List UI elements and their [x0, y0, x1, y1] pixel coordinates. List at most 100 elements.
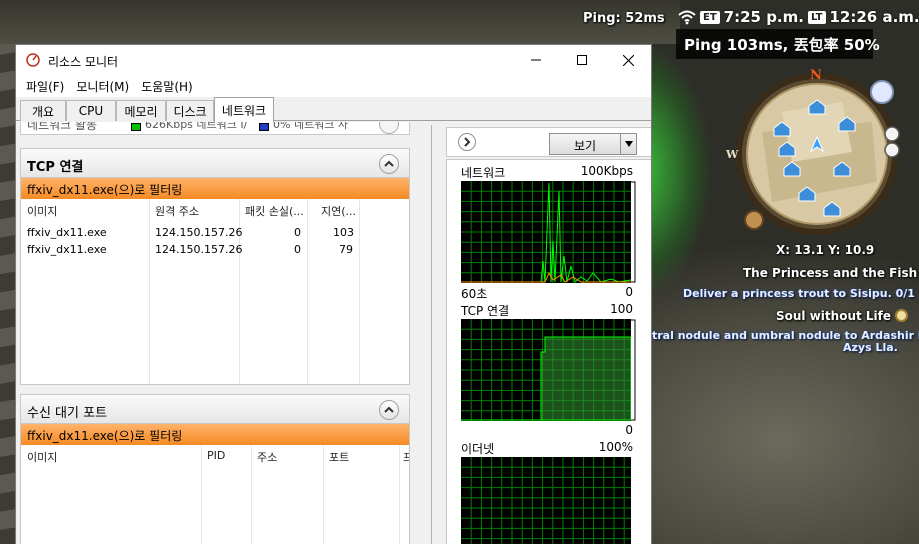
tab-disk[interactable]: 디스크: [166, 100, 214, 121]
quest-step-text: Deliver a princess trout to Sisipu. 0/1: [683, 287, 915, 300]
view-dropdown[interactable]: 보기: [549, 133, 637, 155]
tab-bar: 개요 CPU 메모리 디스크 네트워크: [16, 97, 651, 122]
cell-image: ffxiv_dx11.exe: [27, 243, 107, 256]
maximize-button[interactable]: [559, 45, 605, 75]
column-packet-loss[interactable]: 패킷 손실(...: [245, 203, 304, 219]
tab-network[interactable]: 네트워크: [214, 97, 274, 122]
column-separator: [307, 199, 308, 384]
column-separator: [201, 445, 202, 544]
column-image[interactable]: 이미지: [27, 203, 57, 219]
network-activity-header[interactable]: 네트워크 활동 626Kbps 네트워크 I/ 0% 네트워크 사: [20, 122, 410, 135]
column-separator: [399, 445, 400, 544]
graph-panel: 보기 네트워크 100Kbps 60초 0 TCP 연결 100 0 이더넷 1…: [431, 125, 651, 544]
cell-remote-address: 124.150.157.26: [155, 243, 243, 256]
minimize-button[interactable]: [513, 45, 559, 75]
ping-indicator: Ping: 52ms: [583, 11, 665, 26]
ethernet-graph-max: 100%: [598, 440, 633, 454]
graph-area: 네트워크 100Kbps 60초 0 TCP 연결 100 0 이더넷 100%: [446, 159, 651, 544]
column-separator: [323, 445, 324, 544]
network-graph-max: 100Kbps: [580, 164, 633, 178]
et-badge: ET: [700, 10, 720, 24]
listening-ports-filter-bar[interactable]: ffxiv_dx11.exe(으)로 필터링: [20, 424, 410, 445]
tcp-graph-min: 0: [625, 423, 633, 437]
tab-cpu[interactable]: CPU: [66, 100, 116, 121]
player-coordinates: X: 13.1 Y: 10.9: [776, 243, 875, 257]
network-graph-min: 0: [625, 285, 633, 299]
cell-packet-loss: 0: [294, 243, 301, 256]
quest-step-soul-line2: Azys Lla.: [843, 341, 898, 354]
minimize-icon: [531, 59, 541, 61]
tcp-graph-title: TCP 연결: [461, 304, 510, 318]
listening-ports-filter-text: ffxiv_dx11.exe(으)로 필터링: [27, 429, 183, 443]
column-image[interactable]: 이미지: [27, 449, 57, 465]
tcp-filter-bar[interactable]: ffxiv_dx11.exe(으)로 필터링: [20, 178, 410, 199]
tcp-section-title: TCP 연결: [27, 160, 84, 175]
cell-remote-address: 124.150.157.26: [155, 226, 243, 239]
wifi-icon: [678, 10, 696, 25]
cell-image: ffxiv_dx11.exe: [27, 226, 107, 239]
collapse-panel-button[interactable]: [458, 133, 476, 151]
network-io-summary: 626Kbps 네트워크 I/: [145, 122, 248, 131]
title-bar[interactable]: 리소스 모니터: [16, 45, 651, 75]
legend-blue-swatch: [259, 123, 269, 131]
quest-step-princess[interactable]: Deliver a princess trout to Sisipu. 0/1: [683, 287, 919, 300]
maximize-icon: [577, 55, 587, 65]
column-remote-address[interactable]: 원격 주소: [155, 203, 199, 219]
tab-memory[interactable]: 메모리: [116, 100, 166, 121]
graph-toolbar: 보기: [446, 127, 651, 157]
game-background-top: [0, 0, 680, 44]
tcp-collapse-button[interactable]: [379, 154, 399, 174]
quest-title-text: Soul without Life: [776, 309, 892, 323]
view-dropdown-label: 보기: [573, 139, 597, 153]
network-usage-summary: 0% 네트워크 사: [273, 122, 349, 131]
menu-bar: 파일(F) 모니터(M) 도움말(H): [16, 75, 651, 97]
quest-marker-icon: [895, 309, 909, 322]
sort-up-icon: ^: [357, 445, 365, 451]
expand-chevron-icon[interactable]: [379, 122, 399, 134]
menu-monitor[interactable]: 모니터(M): [70, 75, 135, 97]
graph-axis-tick: [631, 319, 636, 421]
quest-title-text: The Princess and the Fish: [743, 266, 918, 280]
cell-latency: 103: [333, 226, 354, 239]
menu-file[interactable]: 파일(F): [20, 75, 70, 97]
quest-title-princess[interactable]: The Princess and the Fish: [743, 266, 919, 280]
cell-latency: 79: [339, 243, 353, 256]
chevron-up-icon: [384, 160, 394, 167]
tcp-graph-max: 100: [610, 302, 633, 316]
eorzea-time: 7:25 p.m.: [723, 8, 804, 26]
panel-splitter[interactable]: [432, 125, 444, 544]
column-protocol[interactable]: 프: [403, 449, 409, 465]
listening-ports-section-header[interactable]: 수신 대기 포트: [20, 394, 410, 424]
tab-overview[interactable]: 개요: [20, 100, 66, 121]
column-separator: [251, 445, 252, 544]
ethernet-graph: [461, 457, 631, 544]
close-icon: [622, 54, 634, 66]
column-port[interactable]: 포트: [329, 449, 349, 465]
listening-ports-title: 수신 대기 포트: [27, 406, 108, 421]
quest-title-soul[interactable]: Soul without Life: [776, 309, 909, 323]
close-button[interactable]: [605, 45, 651, 75]
dropdown-arrow-icon: [620, 134, 637, 154]
minimap[interactable]: N W: [722, 62, 912, 247]
column-separator: [149, 199, 150, 384]
tcp-section-header[interactable]: TCP 연결: [20, 148, 410, 178]
column-address[interactable]: 주소: [257, 449, 277, 465]
window-title: 리소스 모니터: [48, 55, 119, 69]
ethernet-graph-title: 이더넷: [461, 442, 495, 456]
column-latency[interactable]: 지연(...: [321, 203, 356, 219]
compass-north: N: [810, 68, 822, 83]
tcp-connections-table: ^ 이미지 원격 주소 패킷 손실(... 지연(... ffxiv_dx11.…: [20, 199, 410, 385]
column-pid[interactable]: PID: [207, 449, 225, 462]
game-clock: ET 7:25 p.m. LT 12:26 a.m.: [678, 7, 919, 27]
cell-packet-loss: 0: [294, 226, 301, 239]
menu-help[interactable]: 도움말(H): [135, 75, 199, 97]
ping-overlay: Ping 103ms, 丟包率 50%: [676, 29, 880, 59]
listening-ports-collapse-button[interactable]: [379, 400, 399, 420]
network-activity-title: 네트워크 활동: [27, 122, 98, 132]
chevron-up-icon: [384, 406, 394, 413]
legend-green-swatch: [131, 123, 141, 131]
graph-axis-tick: [631, 181, 636, 283]
tcp-filter-text: ffxiv_dx11.exe(으)로 필터링: [27, 183, 183, 197]
lt-badge: LT: [807, 10, 826, 24]
local-time: 12:26 a.m.: [829, 8, 919, 26]
